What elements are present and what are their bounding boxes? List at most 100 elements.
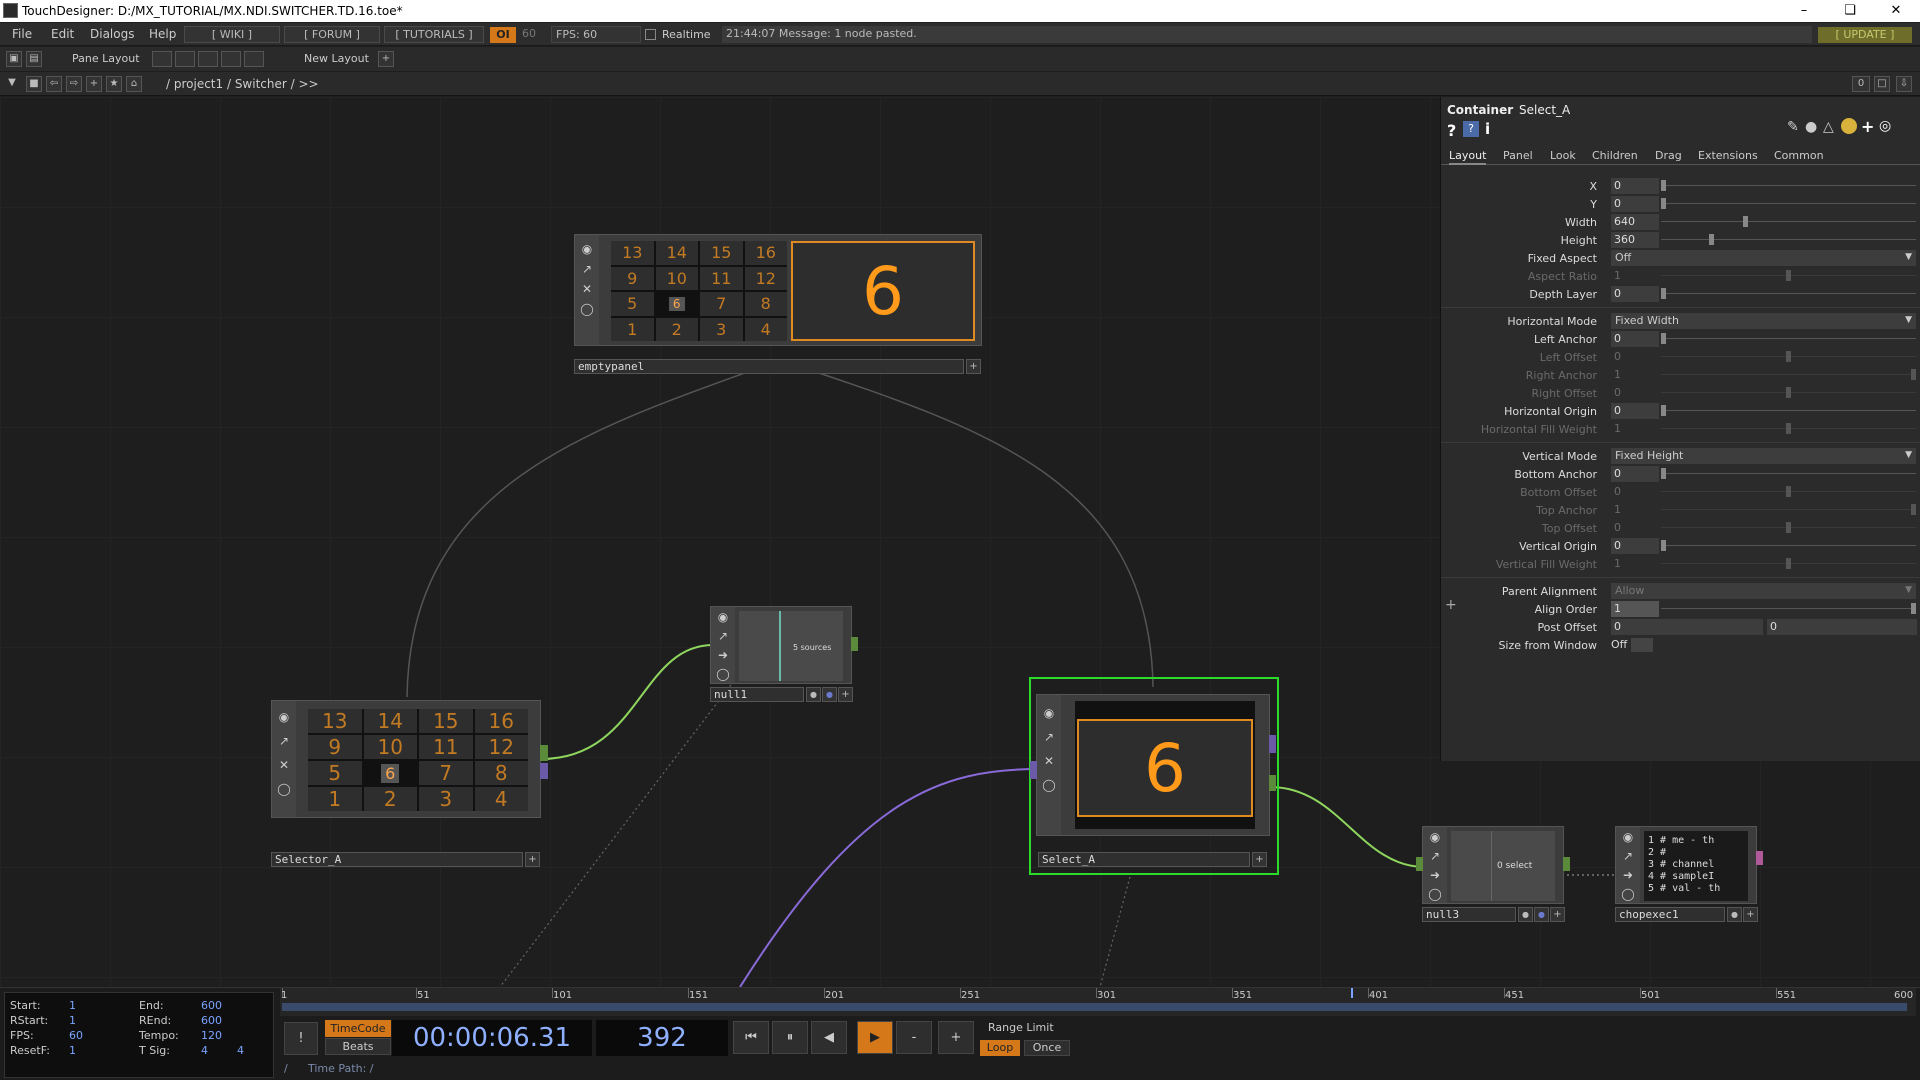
tempo-value[interactable]: 120 bbox=[201, 1029, 222, 1042]
chopexec1-node[interactable]: ◉ ↗ ➜ ◯ 1 # me - th 2 # 3 # channel 4 # … bbox=[1615, 826, 1763, 904]
vertical-mode-menu[interactable]: Fixed Height ▼ bbox=[1611, 448, 1916, 464]
viewer-icon[interactable]: ◉ bbox=[1620, 829, 1636, 845]
add-param-icon[interactable]: + bbox=[1861, 117, 1874, 136]
selector-button[interactable]: 9 bbox=[308, 735, 362, 759]
null1-add-button[interactable]: + bbox=[838, 687, 853, 702]
perf-monitor-button[interactable]: OI bbox=[490, 27, 516, 43]
wiki-button[interactable]: [ WIKI ] bbox=[184, 26, 280, 43]
top-offset-slider[interactable] bbox=[1661, 522, 1916, 533]
selector-button[interactable]: 5 bbox=[308, 761, 362, 785]
post-offset-x-field[interactable]: 0 bbox=[1611, 619, 1763, 635]
input-connector[interactable] bbox=[1030, 761, 1037, 779]
comment-icon[interactable]: ● bbox=[1805, 119, 1817, 135]
target-icon[interactable]: ◎ bbox=[1879, 118, 1891, 134]
select-add-button[interactable]: + bbox=[1252, 852, 1267, 867]
python-help-icon[interactable]: ? bbox=[1463, 121, 1479, 137]
null3-display-toggle[interactable]: ● bbox=[1534, 907, 1549, 922]
tag-icon[interactable]: △ bbox=[1823, 119, 1834, 135]
post-offset-y-field[interactable]: 0 bbox=[1767, 619, 1917, 635]
timecode-display[interactable]: 00:00:06.31 bbox=[392, 1020, 592, 1056]
param-op-name[interactable]: Select_A bbox=[1519, 103, 1570, 117]
python-icon[interactable] bbox=[1841, 118, 1857, 134]
forum-button[interactable]: [ FORUM ] bbox=[284, 26, 380, 43]
selector-a-node[interactable]: ◉ ↗ ✕ ◯ 13 14 15 16 9 10 11 12 5 6 7 8 1… bbox=[271, 700, 548, 818]
chopexec1-name[interactable]: chopexec1 bbox=[1615, 907, 1725, 922]
right-anchor-slider[interactable] bbox=[1661, 369, 1916, 380]
time-ruler[interactable]: 1 51 101 151 201 251 301 351 401 451 501… bbox=[280, 988, 1916, 1016]
tsig-numerator[interactable]: 4 bbox=[201, 1044, 208, 1057]
output-connector[interactable] bbox=[1756, 851, 1763, 865]
frame-display[interactable]: 392 bbox=[596, 1020, 728, 1056]
null1-display-toggle[interactable]: ● bbox=[822, 687, 837, 702]
once-button[interactable]: Once bbox=[1024, 1040, 1070, 1056]
depth-layer-field[interactable]: 0 bbox=[1611, 286, 1659, 302]
layout-3-button[interactable] bbox=[198, 51, 218, 67]
select-a-node[interactable]: ◉ ↗ ✕ ◯ 6 bbox=[1030, 694, 1276, 836]
depth-layer-slider[interactable] bbox=[1661, 288, 1916, 299]
selector-button[interactable]: 16 bbox=[474, 709, 528, 733]
align-order-field[interactable]: 1 bbox=[1611, 601, 1659, 617]
parent-alignment-menu[interactable]: Allow ▼ bbox=[1611, 583, 1916, 599]
display-icon[interactable]: ↗ bbox=[715, 628, 731, 644]
right-offset-field[interactable]: 0 bbox=[1611, 385, 1659, 401]
bypass-icon[interactable]: ✕ bbox=[1041, 753, 1057, 769]
selector-button-selected[interactable]: 6 bbox=[363, 761, 417, 785]
tab-children[interactable]: Children bbox=[1592, 149, 1638, 162]
viewer-icon[interactable]: ◉ bbox=[715, 609, 731, 625]
selector-button[interactable]: 1 bbox=[308, 787, 362, 811]
chopexec1-viewer-toggle[interactable]: ● bbox=[1727, 907, 1742, 922]
lock-icon[interactable]: ◯ bbox=[276, 781, 292, 797]
tab-extensions[interactable]: Extensions bbox=[1698, 149, 1758, 162]
output-connector[interactable] bbox=[540, 763, 548, 779]
tab-common[interactable]: Common bbox=[1774, 149, 1824, 162]
help-icon[interactable]: ? bbox=[1447, 121, 1456, 140]
range-bar[interactable] bbox=[282, 1003, 1907, 1011]
reverse-button[interactable]: ◀ bbox=[811, 1021, 847, 1054]
output-connector[interactable] bbox=[1563, 857, 1570, 871]
bottom-offset-slider[interactable] bbox=[1661, 486, 1916, 497]
realtime-checkbox[interactable] bbox=[645, 29, 656, 40]
beats-button[interactable]: Beats bbox=[325, 1038, 391, 1055]
vertical-origin-slider[interactable] bbox=[1661, 540, 1916, 551]
layout-2-button[interactable] bbox=[175, 51, 195, 67]
info-icon[interactable]: i bbox=[1485, 120, 1490, 138]
close-button[interactable]: ✕ bbox=[1876, 1, 1916, 21]
null1-node[interactable]: ◉ ↗ ➜ ◯ 5 sources bbox=[710, 606, 858, 684]
width-slider[interactable] bbox=[1661, 216, 1916, 227]
rstart-value[interactable]: 1 bbox=[69, 1014, 76, 1027]
emptypanel-name[interactable]: emptypanel bbox=[574, 359, 964, 374]
vertical-fill-weight-slider[interactable] bbox=[1661, 558, 1916, 569]
right-offset-slider[interactable] bbox=[1661, 387, 1916, 398]
selector-button[interactable]: 12 bbox=[474, 735, 528, 759]
home-icon[interactable]: ⌂ bbox=[126, 76, 142, 92]
output-connector[interactable] bbox=[851, 637, 858, 651]
output-connector[interactable] bbox=[1269, 735, 1276, 753]
star-icon[interactable]: ★ bbox=[106, 76, 122, 92]
start-value[interactable]: 1 bbox=[69, 999, 76, 1012]
selector-button[interactable]: 15 bbox=[419, 709, 473, 733]
edit-icon[interactable]: ✎ bbox=[1787, 119, 1799, 135]
display-icon[interactable]: ↗ bbox=[1427, 848, 1443, 864]
dropdown-arrow-icon[interactable]: ▼ bbox=[4, 76, 20, 92]
bypass-icon[interactable]: ✕ bbox=[276, 757, 292, 773]
step-back-button[interactable]: - bbox=[896, 1021, 932, 1054]
bypass-icon[interactable]: ✕ bbox=[579, 281, 595, 297]
lock-icon[interactable]: ◯ bbox=[579, 301, 595, 317]
width-field[interactable]: 640 bbox=[1611, 214, 1659, 230]
chopexec1-add-button[interactable]: + bbox=[1743, 907, 1758, 922]
play-button[interactable]: ▶ bbox=[857, 1021, 893, 1054]
pane-number[interactable]: 0 bbox=[1852, 76, 1870, 92]
fixed-aspect-menu[interactable]: Off ▼ bbox=[1611, 250, 1916, 266]
top-anchor-field[interactable]: 1 bbox=[1611, 502, 1659, 518]
forward-icon[interactable]: ⇨ bbox=[66, 76, 82, 92]
layout-1-button[interactable] bbox=[152, 51, 172, 67]
aspect-ratio-slider[interactable] bbox=[1661, 270, 1916, 281]
aspect-ratio-field[interactable]: 1 bbox=[1611, 268, 1659, 284]
layout-5-button[interactable] bbox=[244, 51, 264, 67]
menu-edit[interactable]: Edit bbox=[51, 27, 74, 41]
selector-button[interactable]: 8 bbox=[474, 761, 528, 785]
tab-layout[interactable]: Layout bbox=[1449, 149, 1487, 165]
null1-viewer-toggle[interactable]: ● bbox=[806, 687, 821, 702]
x-field[interactable]: 0 bbox=[1611, 178, 1659, 194]
horizontal-origin-slider[interactable] bbox=[1661, 405, 1916, 416]
